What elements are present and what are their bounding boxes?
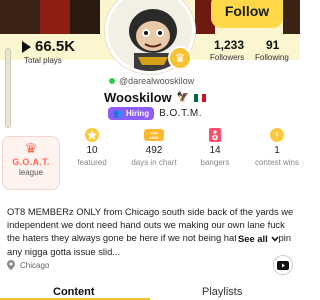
contest-wins-count: 1 (274, 145, 280, 156)
speaker-icon (209, 128, 221, 142)
days-in-chart-count: 492 (145, 145, 163, 156)
chevron-down-icon (271, 236, 279, 242)
crown-icon: ♛ (24, 140, 38, 156)
mexico-flag-icon (194, 93, 207, 102)
location-pin-icon (7, 260, 15, 270)
user-handle-row: @darealwooskilow (109, 76, 194, 86)
see-all-button[interactable]: See all (236, 233, 279, 244)
featured-label: featured (77, 158, 107, 167)
svg-text:!: ! (276, 131, 279, 140)
eagle-icon: 🦅 (176, 92, 190, 103)
svg-text:1000: 1000 (150, 135, 160, 140)
followers-count[interactable]: 1,233 (214, 38, 244, 52)
people-icon: 👥 (113, 109, 123, 118)
top-1000-icon: TOP 1000 (144, 129, 164, 141)
bangers-count: 14 (209, 145, 221, 156)
profile-tagline: B.O.T.M. (159, 108, 202, 119)
following-label[interactable]: Following (255, 53, 289, 62)
league-title: G.O.A.T. (12, 157, 50, 167)
location-row: Chicago (7, 260, 49, 270)
days-in-chart-achievement[interactable]: TOP 1000 492 days in chart (129, 127, 179, 181)
following-count[interactable]: 91 (266, 38, 279, 52)
medal-icon: ! (270, 128, 284, 142)
user-handle: @darealwooskilow (119, 76, 195, 86)
hiring-badge[interactable]: 👥 Hiring (108, 107, 155, 120)
featured-achievement[interactable]: 10 featured (67, 127, 117, 181)
goat-league-card[interactable]: ♛ G.O.A.T. league (2, 136, 60, 190)
youtube-link-button[interactable] (273, 255, 293, 275)
play-icon (22, 40, 31, 53)
display-name: Wooskilow (104, 90, 172, 105)
see-all-label: See all (238, 233, 268, 244)
crown-badge-icon: ♛ (168, 46, 192, 70)
contest-wins-achievement[interactable]: ! 1 contest wins (252, 127, 302, 181)
profile-bio: OT8 MEMBERz ONLY from Chicago south side… (7, 206, 294, 257)
total-plays-number: 66.5K (35, 38, 76, 55)
followers-label[interactable]: Followers (210, 53, 244, 62)
tab-content[interactable]: Content (53, 286, 95, 298)
scroll-handle[interactable] (5, 48, 11, 128)
days-in-chart-label: days in chart (131, 158, 177, 167)
youtube-icon (277, 260, 289, 270)
star-icon (85, 128, 99, 142)
online-status-icon (109, 78, 115, 84)
hiring-label: Hiring (125, 109, 150, 118)
bangers-label: bangers (200, 158, 230, 167)
total-plays-value: 66.5K (22, 38, 75, 55)
display-name-row: Wooskilow 🦅 (104, 90, 207, 105)
league-label: league (18, 168, 44, 177)
follow-button[interactable]: Follow (211, 0, 283, 28)
tab-playlists[interactable]: Playlists (202, 286, 242, 298)
location-text: Chicago (20, 260, 50, 270)
featured-count: 10 (86, 145, 98, 156)
hiring-row: 👥 Hiring B.O.T.M. (108, 107, 202, 120)
total-plays-label: Total plays (24, 56, 62, 65)
contest-wins-label: contest wins (254, 158, 300, 167)
bangers-achievement[interactable]: 14 bangers (190, 127, 240, 181)
